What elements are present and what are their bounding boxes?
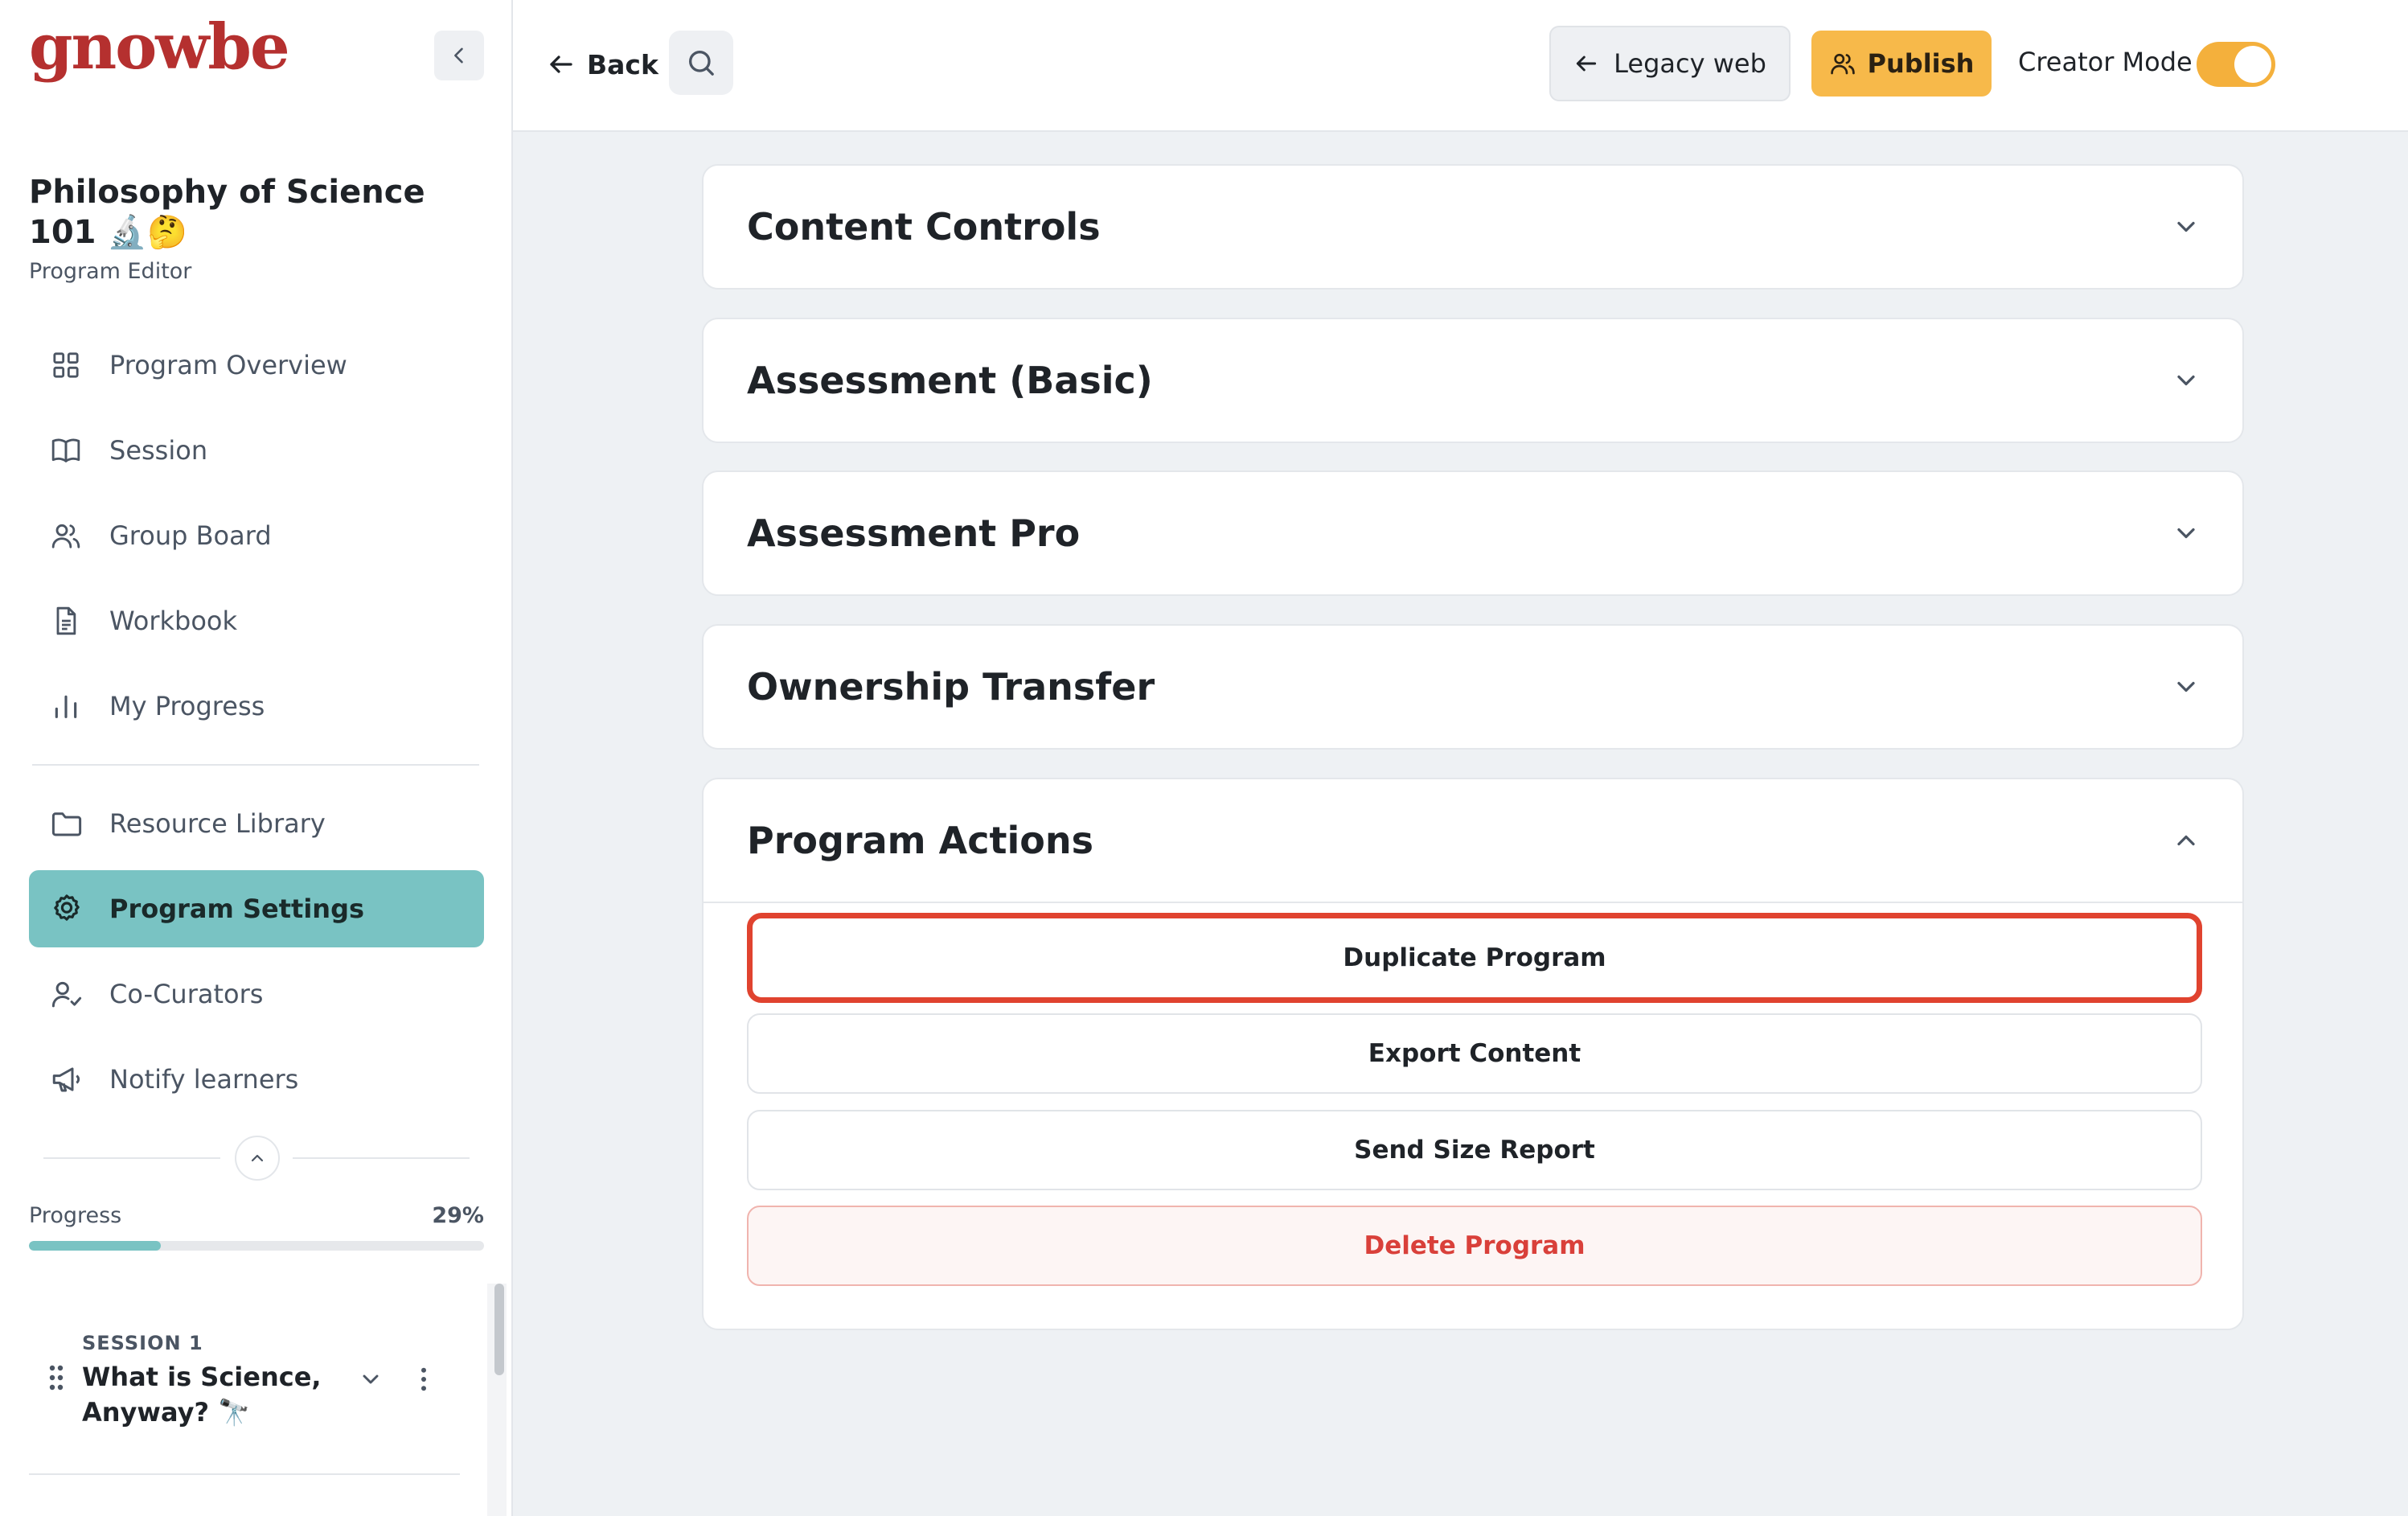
sidebar-item-label: My Progress xyxy=(109,691,265,721)
chevron-down-icon xyxy=(2177,681,2195,692)
document-icon xyxy=(56,606,76,635)
section-title: Ownership Transfer xyxy=(747,665,1155,709)
program-title: Philosophy of Science 101 🔬🤔 xyxy=(29,174,425,251)
legacy-web-label: Legacy web xyxy=(1614,48,1766,79)
sidebar-item-label: Notify learners xyxy=(109,1064,299,1095)
chevron-down-icon xyxy=(2177,528,2195,539)
arrow-left-icon xyxy=(550,55,572,73)
user-check-icon xyxy=(51,981,82,1008)
folder-icon xyxy=(51,812,82,836)
toggle-knob xyxy=(2234,46,2271,83)
sidebar-item-group-board[interactable]: Group Board xyxy=(29,497,484,574)
expander-line xyxy=(43,1157,220,1159)
bar-chart-icon xyxy=(55,695,77,718)
publish-button[interactable]: Publish xyxy=(1811,31,1992,97)
sidebar-item-label: Program Overview xyxy=(109,350,347,380)
section-content-controls: Content Controls xyxy=(702,164,2244,290)
sidebar-item-session[interactable]: Session xyxy=(29,412,484,489)
creator-mode-toggle[interactable] xyxy=(2197,42,2275,87)
program-subtitle: Program Editor xyxy=(29,259,192,284)
back-button[interactable]: Back xyxy=(547,32,658,97)
sidebar-item-label: Workbook xyxy=(109,606,238,636)
scrollbar-thumb[interactable] xyxy=(494,1284,504,1375)
chevron-up-icon xyxy=(2177,835,2195,846)
sidebar-item-label: Session xyxy=(109,435,208,466)
search-icon xyxy=(689,51,714,76)
section-header[interactable]: Ownership Transfer xyxy=(704,626,2242,748)
drag-handle-icon[interactable] xyxy=(48,1364,64,1395)
session-title: What is Science, Anyway? 🔭 xyxy=(82,1362,322,1428)
section-title: Program Actions xyxy=(747,819,1093,862)
sidebar-item-workbook[interactable]: Workbook xyxy=(29,582,484,659)
section-header[interactable]: Assessment (Basic) xyxy=(704,319,2242,442)
gnowbe-logo[interactable]: gnowbe xyxy=(29,16,290,79)
sidebar-item-program-overview[interactable]: Program Overview xyxy=(29,327,484,404)
progress-percentage: 29% xyxy=(432,1203,484,1228)
collapse-sidebar-button[interactable] xyxy=(434,31,484,80)
collapse-nav-button[interactable] xyxy=(235,1136,280,1181)
creator-mode-label: Creator Mode xyxy=(2018,47,2193,77)
duplicate-program-button[interactable]: Duplicate Program xyxy=(747,913,2202,1003)
chevron-down-icon xyxy=(2177,375,2195,386)
section-title: Content Controls xyxy=(747,205,1101,249)
back-label: Back xyxy=(587,48,658,80)
chevron-up-icon xyxy=(251,1154,264,1162)
session-expand-button[interactable] xyxy=(351,1359,391,1399)
delete-program-button[interactable]: Delete Program xyxy=(747,1206,2202,1286)
section-ownership-transfer: Ownership Transfer xyxy=(702,624,2244,750)
send-size-report-button[interactable]: Send Size Report xyxy=(747,1110,2202,1190)
sidebar-item-co-curators[interactable]: Co-Curators xyxy=(29,955,484,1033)
section-assessment-basic: Assessment (Basic) xyxy=(702,318,2244,443)
session-more-button[interactable] xyxy=(404,1359,444,1399)
megaphone-icon xyxy=(52,1067,80,1092)
gear-icon xyxy=(54,894,80,921)
sidebar-item-notify-learners[interactable]: Notify learners xyxy=(29,1041,484,1118)
section-header[interactable]: Program Actions xyxy=(704,779,2242,902)
sidebar: gnowbe Philosophy of Science 101 🔬🤔 Prog… xyxy=(0,0,513,1516)
progress-bar xyxy=(29,1241,484,1251)
session-item[interactable]: SESSION 1 What is Science, Anyway? 🔭 xyxy=(29,1303,460,1477)
section-header[interactable]: Assessment Pro xyxy=(704,472,2242,594)
sidebar-item-resource-library[interactable]: Resource Library xyxy=(29,785,484,862)
progress-label: Progress xyxy=(29,1203,122,1228)
more-vertical-icon xyxy=(421,1367,426,1391)
sidebar-item-label: Group Board xyxy=(109,520,272,551)
publish-label: Publish xyxy=(1867,48,1975,79)
sidebar-divider xyxy=(32,764,479,766)
sidebar-item-my-progress[interactable]: My Progress xyxy=(29,668,484,745)
section-divider xyxy=(704,902,2242,903)
sidebar-item-label: Co-Curators xyxy=(109,979,264,1009)
search-button[interactable] xyxy=(669,31,733,95)
top-bar: Back Legacy web Publish Creator Mode xyxy=(513,0,2408,132)
chevron-down-icon xyxy=(2177,221,2195,232)
section-assessment-pro: Assessment Pro xyxy=(702,470,2244,596)
arrow-left-icon xyxy=(1576,55,1597,72)
sidebar-item-label: Program Settings xyxy=(109,894,365,924)
grid-icon xyxy=(53,352,79,378)
chevron-down-icon xyxy=(363,1374,379,1384)
session-divider xyxy=(29,1473,460,1475)
legacy-web-button[interactable]: Legacy web xyxy=(1549,26,1791,101)
expander-line xyxy=(293,1157,470,1159)
book-icon xyxy=(51,438,80,462)
progress-bar-fill xyxy=(29,1241,162,1251)
chevron-left-icon xyxy=(454,47,463,64)
export-content-button[interactable]: Export Content xyxy=(747,1013,2202,1094)
section-title: Assessment Pro xyxy=(747,511,1081,555)
users-icon xyxy=(51,524,80,548)
sidebar-item-label: Resource Library xyxy=(109,808,326,839)
sidebar-scrollbar[interactable] xyxy=(487,1284,507,1516)
session-number: SESSION 1 xyxy=(82,1332,203,1354)
section-program-actions: Program Actions Duplicate Program Export… xyxy=(702,778,2244,1330)
sidebar-item-program-settings[interactable]: Program Settings xyxy=(29,870,484,947)
section-header[interactable]: Content Controls xyxy=(704,166,2242,288)
users-icon xyxy=(1830,53,1855,75)
section-title: Assessment (Basic) xyxy=(747,359,1153,402)
nav-expander xyxy=(43,1136,470,1181)
